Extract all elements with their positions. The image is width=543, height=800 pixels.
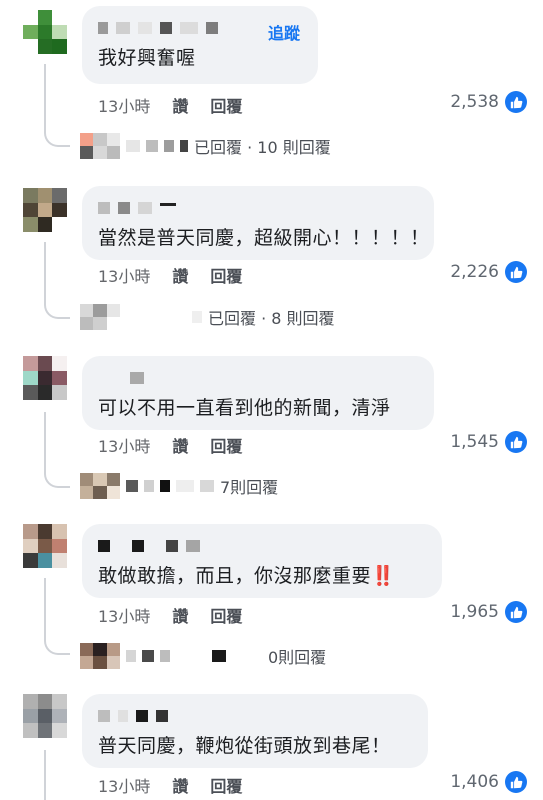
timestamp[interactable]: 13小時 <box>98 603 150 627</box>
thread-line <box>44 578 46 634</box>
reply-avatar <box>80 133 120 159</box>
thread-curve <box>44 633 70 655</box>
thumbs-up-icon <box>505 431 527 453</box>
reply-avatar <box>80 643 120 669</box>
reply-summary[interactable]: 7則回覆 <box>80 473 278 499</box>
reply-avatar <box>80 473 120 499</box>
reply-count-text[interactable]: 已回覆 · 10 則回覆 <box>194 134 331 158</box>
thumbs-up-icon <box>505 91 527 113</box>
comment-bubble: 普天同慶，鞭炮從街頭放到巷尾！ <box>82 694 428 768</box>
comment-text-body: 敢做敢擔，而且，你沒那麼重要 <box>98 565 372 587</box>
like-count-value: 1,965 <box>450 602 499 622</box>
reply-summary[interactable]: 0則回覆 <box>80 643 326 669</box>
like-count[interactable]: 1,965 <box>450 601 527 623</box>
reply-summary[interactable]: 已回覆 · 10 則回覆 <box>80 133 331 159</box>
timestamp[interactable]: 13小時 <box>98 433 150 457</box>
comment-text: 我好興奮喔 <box>98 47 196 69</box>
thread-curve <box>44 297 70 319</box>
like-count-value: 2,226 <box>450 262 499 282</box>
thread-line <box>44 750 46 800</box>
avatar[interactable] <box>23 356 67 400</box>
thread-line <box>44 242 46 298</box>
timestamp[interactable]: 13小時 <box>98 93 150 117</box>
comment-text: 普天同慶，鞭炮從街頭放到巷尾！ <box>98 735 391 757</box>
comment-text: 敢做敢擔，而且，你沒那麼重要‼️ <box>98 564 428 588</box>
reply-action[interactable]: 回覆 <box>210 263 242 287</box>
reply-avatar <box>80 304 120 330</box>
author-name-pixelated[interactable] <box>98 706 414 726</box>
reply-count-text[interactable]: 0則回覆 <box>268 644 326 668</box>
thumbs-up-icon <box>505 261 527 283</box>
comment-bubble: 當然是普天同慶，超級開心！！！！！ <box>82 186 434 260</box>
reply-action[interactable]: 回覆 <box>210 93 242 117</box>
author-name-pixelated[interactable] <box>98 198 420 218</box>
author-name-pixelated[interactable] <box>98 368 420 388</box>
like-action[interactable]: 讚 <box>172 773 188 797</box>
avatar[interactable] <box>23 694 67 738</box>
reply-summary[interactable]: 已回覆 · 8 則回覆 <box>80 304 335 330</box>
like-count[interactable]: 1,406 <box>450 771 527 793</box>
timestamp[interactable]: 13小時 <box>98 263 150 287</box>
comment-meta: 13小時 讚 回覆 <box>98 773 242 797</box>
avatar[interactable] <box>23 10 67 54</box>
avatar[interactable] <box>23 524 67 568</box>
thread-curve <box>44 466 70 488</box>
comment-meta: 13小時 讚 回覆 <box>98 433 242 457</box>
like-action[interactable]: 讚 <box>172 603 188 627</box>
like-action[interactable]: 讚 <box>172 263 188 287</box>
reply-action[interactable]: 回覆 <box>210 603 242 627</box>
comment-meta: 13小時 讚 回覆 <box>98 263 242 287</box>
like-action[interactable]: 讚 <box>172 433 188 457</box>
thumbs-up-icon <box>505 771 527 793</box>
comment-text: 可以不用一直看到他的新聞，清淨 <box>98 397 391 419</box>
reply-action[interactable]: 回覆 <box>210 773 242 797</box>
follow-link[interactable]: 追蹤 <box>268 20 300 44</box>
thumbs-up-icon <box>505 601 527 623</box>
double-exclamation-emoji: ‼️ <box>371 565 395 587</box>
thread-curve <box>44 125 70 147</box>
comment-meta: 13小時 讚 回覆 <box>98 603 242 627</box>
author-name-pixelated[interactable] <box>98 536 428 556</box>
like-count[interactable]: 2,538 <box>450 91 527 113</box>
comment-text: 當然是普天同慶，超級開心！！！！！ <box>98 227 430 249</box>
reply-count-text[interactable]: 7則回覆 <box>220 474 278 498</box>
comment-bubble: 敢做敢擔，而且，你沒那麼重要‼️ <box>82 524 442 598</box>
thread-line <box>44 412 46 468</box>
like-count-value: 1,545 <box>450 432 499 452</box>
comment-meta: 13小時 讚 回覆 <box>98 93 242 117</box>
avatar[interactable] <box>23 188 67 232</box>
thread-line <box>44 64 46 126</box>
reply-count-text[interactable]: 已回覆 · 8 則回覆 <box>208 305 335 329</box>
comment-bubble: 追蹤 我好興奮喔 <box>82 6 318 84</box>
comment-bubble: 可以不用一直看到他的新聞，清淨 <box>82 356 434 430</box>
like-count[interactable]: 2,226 <box>450 261 527 283</box>
like-count[interactable]: 1,545 <box>450 431 527 453</box>
like-count-value: 2,538 <box>450 92 499 112</box>
like-count-value: 1,406 <box>450 772 499 792</box>
like-action[interactable]: 讚 <box>172 93 188 117</box>
reply-action[interactable]: 回覆 <box>210 433 242 457</box>
timestamp[interactable]: 13小時 <box>98 773 150 797</box>
